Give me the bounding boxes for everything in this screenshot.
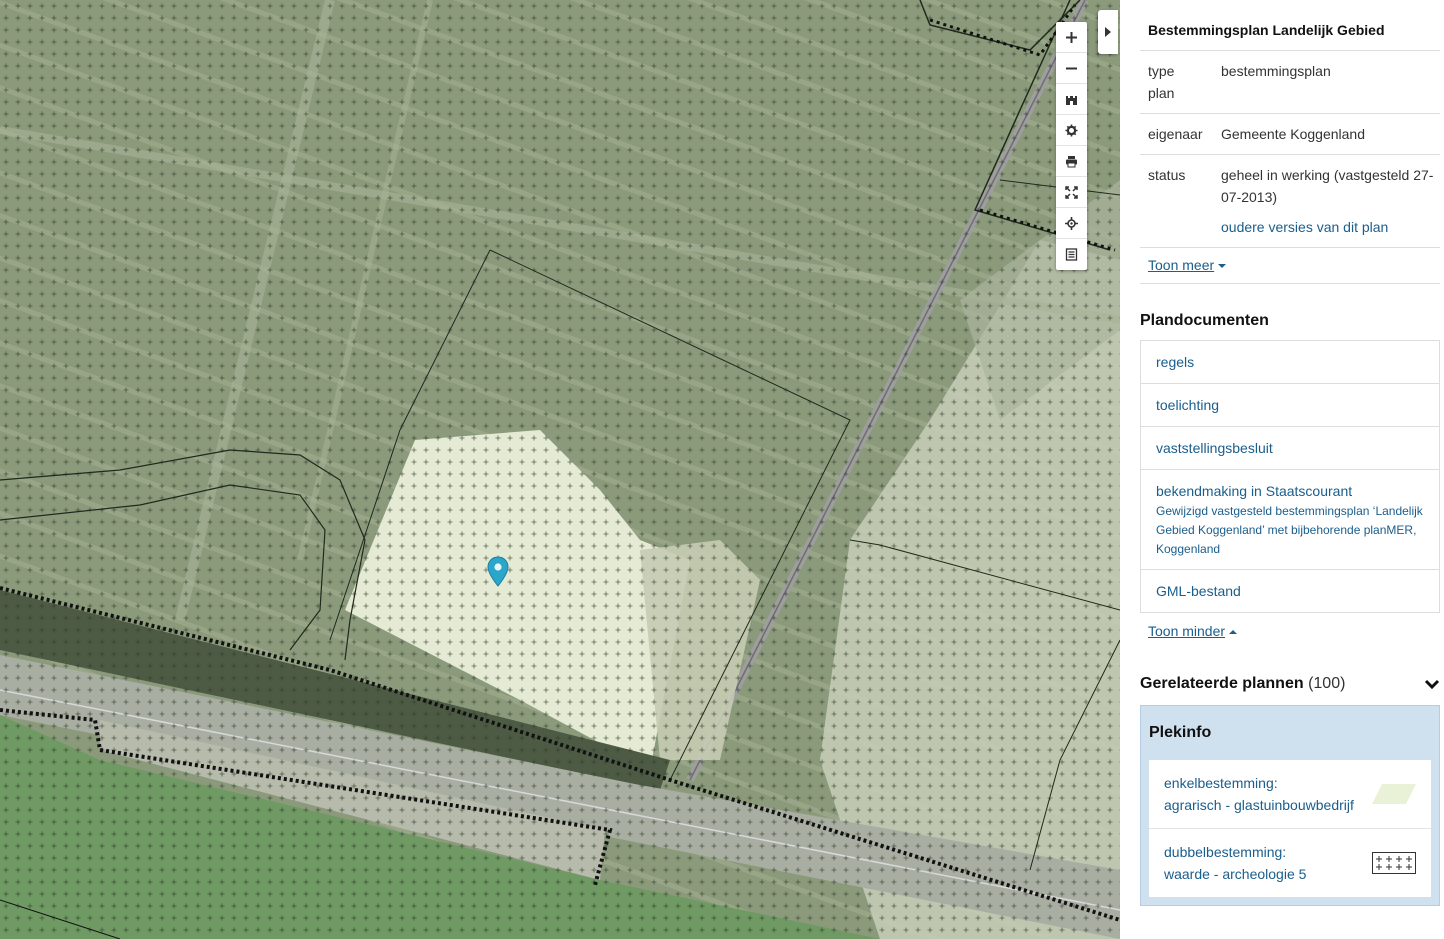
related-plans-count: (100) [1308, 675, 1346, 692]
older-versions-link[interactable]: oudere versies van dit plan [1221, 219, 1388, 235]
print-button[interactable] [1056, 146, 1087, 177]
plekinfo-item-dubbelbestemming[interactable]: dubbelbestemming: waarde - archeologie 5 [1149, 829, 1431, 897]
chevron-down-icon[interactable] [1424, 678, 1440, 690]
plekinfo-title: Plekinfo [1149, 724, 1212, 741]
gear-icon [1065, 124, 1078, 136]
crosshair-icon [1065, 216, 1078, 230]
legend-button[interactable] [1056, 239, 1087, 270]
owner-value: Gemeente Koggenland [1221, 126, 1365, 142]
document-link-vaststellingsbesluit[interactable]: vaststellingsbesluit [1141, 427, 1439, 470]
show-less-link[interactable]: Toon minder [1140, 613, 1440, 639]
locate-button[interactable] [1056, 208, 1087, 239]
document-label: toelichting [1156, 397, 1220, 413]
document-label: GML-bestand [1156, 583, 1241, 599]
show-less-label: Toon minder [1148, 623, 1226, 639]
meta-row-status: status geheel in werking (vastgesteld 27… [1140, 155, 1440, 248]
map-toolbar [1056, 22, 1087, 270]
document-link-regels[interactable]: regels [1141, 341, 1439, 384]
plekinfo-item-value: waarde - archeologie 5 [1164, 866, 1307, 882]
meta-row-owner: eigenaar Gemeente Koggenland [1140, 114, 1440, 155]
plan-info-panel: Bestemmingsplan Landelijk Gebied type pl… [1120, 0, 1444, 939]
agrarisch-swatch-icon [1372, 784, 1416, 804]
document-sublabel: Gewijzigd vastgesteld bestemmingsplan ‘L… [1156, 504, 1423, 556]
documents-list: regels toelichting vaststellingsbesluit … [1140, 340, 1440, 613]
castle-icon [1066, 95, 1077, 105]
layers-button[interactable] [1056, 84, 1087, 115]
document-link-gml[interactable]: GML-bestand [1141, 570, 1439, 612]
aerial-map-layer [0, 0, 1120, 939]
documents-title: Plandocumenten [1140, 312, 1269, 329]
related-plans-title: Gerelateerde plannen [1140, 675, 1304, 692]
plekinfo-item-type: dubbelbestemming: [1164, 844, 1287, 860]
zoom-in-button[interactable] [1056, 22, 1087, 53]
archeologie-hatch-swatch-icon [1372, 852, 1416, 874]
status-value: geheel in werking (vastgesteld 27-07-201… [1221, 167, 1434, 205]
plan-title: Bestemmingsplan Landelijk Gebied [1140, 0, 1440, 51]
map-view[interactable] [0, 0, 1120, 939]
type-label: type plan [1148, 63, 1175, 101]
document-label: regels [1156, 354, 1195, 370]
expand-icon [1065, 185, 1078, 199]
list-icon [1065, 248, 1078, 261]
document-link-staatscourant[interactable]: bekendmaking in Staatscourant Gewijzigd … [1141, 470, 1439, 570]
document-label: bekendmaking in Staatscourant [1156, 483, 1353, 499]
plekinfo-box: Plekinfo enkelbestemming: agrarisch - gl… [1140, 705, 1440, 906]
document-label: vaststellingsbesluit [1156, 440, 1273, 456]
minus-icon [1066, 67, 1077, 69]
fullscreen-button[interactable] [1056, 177, 1087, 208]
plekinfo-item-type: enkelbestemming: [1164, 775, 1278, 791]
zoom-out-button[interactable] [1056, 53, 1087, 84]
panel-collapse-button[interactable] [1098, 10, 1118, 54]
document-link-toelichting[interactable]: toelichting [1141, 384, 1439, 427]
settings-button[interactable] [1056, 115, 1087, 146]
show-more-link[interactable]: Toon meer [1140, 248, 1440, 284]
status-label: status [1148, 167, 1186, 183]
caret-right-icon [1105, 27, 1111, 37]
caret-up-icon [1229, 630, 1238, 635]
location-pin-icon[interactable] [486, 556, 510, 588]
plus-icon [1066, 31, 1077, 43]
caret-down-icon [1218, 264, 1227, 269]
owner-label: eigenaar [1148, 126, 1203, 142]
related-plans-header[interactable]: Gerelateerde plannen (100) [1140, 639, 1440, 705]
plekinfo-item-enkelbestemming[interactable]: enkelbestemming: agrarisch - glastuinbou… [1149, 760, 1431, 829]
meta-row-type: type plan bestemmingsplan [1140, 51, 1440, 114]
printer-icon [1066, 155, 1077, 167]
plekinfo-item-value: agrarisch - glastuinbouwbedrijf [1164, 797, 1354, 813]
show-more-label: Toon meer [1148, 257, 1215, 273]
type-value: bestemmingsplan [1221, 63, 1331, 79]
